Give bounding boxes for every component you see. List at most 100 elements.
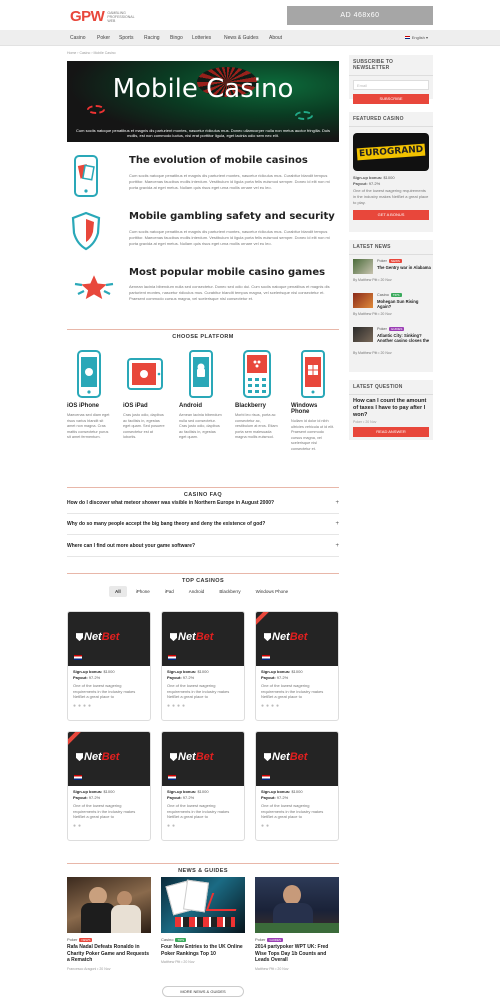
platform-windows-phone[interactable]: Windows Phone Nullam id dolor id nibh ul… [291, 349, 335, 452]
latest-news-item[interactable]: Casino TIPS Mohegan Sun Rising Again? By … [353, 293, 429, 316]
blackberry-device-icon [235, 349, 279, 399]
casino-card[interactable]: NetBet Sign-up bonus: $1000 Payout: 97.2% O… [67, 611, 151, 721]
news-title[interactable]: Mohegan Sun Rising Again? [377, 299, 433, 309]
netbet-shield-icon [264, 753, 271, 762]
nav-item-bingo[interactable]: Bingo [170, 35, 183, 41]
platform-icons: ●●●● [73, 702, 94, 709]
news-image[interactable] [67, 877, 151, 933]
news-meta: By Matthew Pitt • 20 Nov [353, 351, 392, 355]
news-title[interactable]: Four New Entries to the UK Online Poker … [161, 944, 245, 957]
casino-description: One of the lowest wagering requirements … [261, 683, 324, 699]
news-image[interactable] [161, 877, 245, 933]
casino-card[interactable]: NetBet Sign-up bonus: $1000 Payout: 97.2% O… [161, 611, 245, 721]
section-heading-label: NEWS & GUIDES [172, 868, 234, 874]
filter-android[interactable]: Android [182, 586, 211, 597]
news-category[interactable]: Casino [161, 937, 173, 942]
news-thumbnail[interactable] [353, 293, 373, 308]
read-answer-button[interactable]: READ ANSWER [353, 427, 429, 437]
casino-logo[interactable]: NetBet [68, 732, 150, 786]
news-thumbnail[interactable] [353, 259, 373, 274]
breadcrumb[interactable]: Home › Casino › Mobile Casino [67, 51, 116, 55]
nav-item-poker[interactable]: Poker [97, 35, 110, 41]
language-label: English [411, 35, 425, 40]
casino-logo[interactable]: NetBet [162, 732, 244, 786]
news-title[interactable]: 2014 partypoker WPT UK: Fred Wise Tops D… [255, 944, 339, 964]
platform-android[interactable]: Android Aenean lacinia bibendum nulla se… [179, 349, 223, 441]
uk-flag-icon [262, 775, 270, 780]
news-title[interactable]: Atlantic City: Sinking? Another casino c… [377, 333, 433, 343]
platform-ipad[interactable]: iOS iPad Cras justo odio, dapibus ac fac… [123, 349, 167, 441]
nav-item-news-guides[interactable]: News & Guides [224, 35, 258, 41]
news-card[interactable]: Poker NEWS Rafa Nadal Defeats Ronaldo in … [67, 877, 151, 971]
casino-card[interactable]: NetBet Sign-up bonus: $1000 Payout: 97.2% O… [161, 731, 245, 841]
faq-question: How do I discover what meteor shower was… [67, 500, 275, 506]
platform-icons: ●● [167, 822, 178, 829]
faq-item[interactable]: How do I discover what meteor shower was… [67, 498, 339, 514]
platform-filter-bar: All iPhone iPad Android Blackberry Windo… [109, 586, 295, 597]
bonus-value: $1000 [291, 789, 303, 794]
filter-blackberry[interactable]: Blackberry [213, 586, 247, 597]
casino-card[interactable]: NetBet Sign-up bonus: $1000 Payout: 97.2% O… [255, 731, 339, 841]
faq-item[interactable]: Why do so many people accept the big ban… [67, 519, 339, 535]
get-bonus-button[interactable]: GET A BONUS [353, 210, 429, 220]
more-news-button[interactable]: MORE NEWS & GUIDES [162, 986, 244, 997]
platform-name: Windows Phone [291, 403, 318, 415]
brand-part: Net [178, 751, 196, 763]
news-title[interactable]: Rafa Nadal Defeats Ronaldo in Charity Po… [67, 944, 151, 964]
nav-item-lotteries[interactable]: Lotteries [192, 35, 211, 41]
platform-blackberry[interactable]: Blackberry Morbi leo risus, porta ac con… [235, 349, 279, 441]
nav-item-about[interactable]: About [269, 35, 282, 41]
news-title[interactable]: The Gentry war in Alabama [377, 265, 433, 270]
news-image[interactable] [255, 877, 339, 933]
casino-description: One of the lowest wagering requirements … [73, 803, 136, 819]
nav-item-sports[interactable]: Sports [119, 35, 133, 41]
platform-iphone[interactable]: iOS iPhone Maecenas sed diam eget risus … [67, 349, 111, 441]
filter-windows-phone[interactable]: Windows Phone [249, 586, 295, 597]
plus-icon[interactable]: + [335, 500, 339, 506]
casino-card[interactable]: NetBet Sign-up bonus: $1000 Payout: 97.2% O… [67, 731, 151, 841]
uk-flag-icon [168, 655, 176, 660]
news-category[interactable]: Poker [255, 937, 265, 942]
bonus-label: Sign-up bonus: [261, 669, 291, 674]
casino-logo[interactable]: NetBet [256, 732, 338, 786]
bonus-label: Sign-up bonus: [167, 669, 197, 674]
ipad-device-icon [123, 349, 167, 399]
casino-description: One of the lowest wagering requirements … [167, 683, 230, 699]
uk-flag-icon [404, 36, 410, 39]
language-selector[interactable]: English ▾ [404, 35, 428, 40]
nav-item-casino[interactable]: Casino [70, 35, 86, 41]
featured-casino-widget: FEATURED CASINO EUROGRAND Sign-up bonus:… [349, 112, 433, 232]
site-logo[interactable]: GPW Gambling Professional Web [70, 8, 137, 25]
faq-item[interactable]: Where can I find out more about your gam… [67, 541, 339, 557]
netbet-shield-icon [170, 753, 177, 762]
casino-logo[interactable]: NetBet [256, 612, 338, 666]
filter-all[interactable]: All [109, 586, 127, 597]
casino-card[interactable]: NetBet Sign-up bonus: $1000 Payout: 97.2% O… [255, 611, 339, 721]
bonus-value: $1000 [103, 669, 115, 674]
casino-description: One of the lowest wagering requirements … [73, 683, 136, 699]
news-card[interactable]: Casino TIPS Four New Entries to the UK On… [161, 877, 245, 964]
platform-icons: ●●●● [261, 702, 282, 709]
platform-name: iOS iPhone [67, 403, 100, 409]
casino-logo[interactable]: NetBet [162, 612, 244, 666]
latest-news-item[interactable]: Poker GUIDES Atlantic City: Sinking? Anot… [353, 327, 429, 355]
news-category[interactable]: Poker [67, 937, 77, 942]
casino-logo[interactable]: NetBet [68, 612, 150, 666]
news-card[interactable]: Poker GUIDES 2014 partypoker WPT UK: Fred… [255, 877, 339, 971]
eurogrand-logo[interactable]: EUROGRAND [353, 133, 429, 171]
platform-name: iOS iPad [123, 403, 148, 409]
plus-icon[interactable]: + [335, 543, 339, 549]
bonus-value: $1000 [291, 669, 303, 674]
filter-iphone[interactable]: iPhone [129, 586, 156, 597]
email-input[interactable]: Email [353, 80, 429, 90]
platform-text: Maecenas sed diam eget risus varius blan… [67, 413, 110, 439]
latest-news-item[interactable]: Poker NEWS The Gentry war in Alabama By M… [353, 259, 431, 282]
question-text[interactable]: How can I count the amount of taxes I ha… [349, 395, 433, 419]
news-thumbnail[interactable] [353, 327, 373, 342]
subscribe-button[interactable]: SUBSCRIBE [353, 94, 429, 104]
filter-ipad[interactable]: iPad [158, 586, 180, 597]
nav-item-racing[interactable]: Racing [144, 35, 160, 41]
plus-icon[interactable]: + [335, 521, 339, 527]
windows-phone-device-icon [291, 349, 335, 399]
ad-banner[interactable]: AD 468x60 [287, 6, 433, 25]
